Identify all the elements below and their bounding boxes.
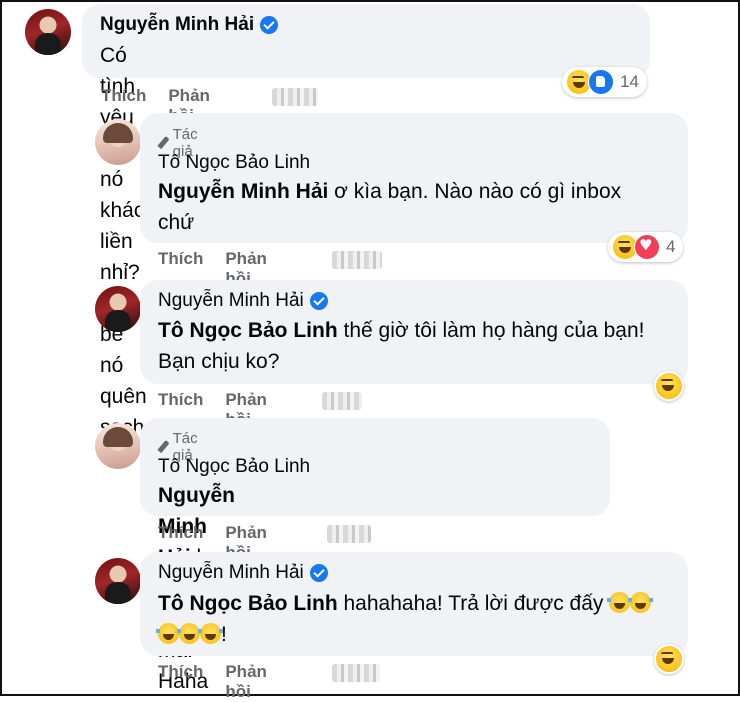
comment-text: Tô Ngọc Bảo Linh thế giờ tôi làm họ hàng…: [158, 315, 678, 377]
comment-text-line: chứ: [158, 211, 195, 234]
pen-icon: [158, 136, 167, 150]
crying-laughing-emoji: [198, 623, 223, 644]
author-name-text[interactable]: Nguyễn Minh Hải: [158, 290, 304, 312]
verified-badge-icon: [260, 16, 279, 34]
author-name[interactable]: Tô Ngọc Bảo Linh: [158, 152, 310, 174]
author-name-text[interactable]: Nguyễn Minh Hải: [158, 562, 304, 584]
avatar[interactable]: [95, 558, 141, 604]
crying-laughing-emoji: [628, 592, 654, 613]
comment-text: Nguyễn Minh Hải ơ kìa bạn. Nào nào có gì…: [158, 176, 678, 238]
crying-laughing-emoji: [177, 623, 202, 644]
screenshot-frame: Nguyễn Minh Hải Có tình yêu cái nó khác …: [0, 0, 740, 701]
like-button[interactable]: Thích: [158, 662, 203, 702]
comment-text-line: thế giờ tôi làm họ hàng của bạn!: [337, 319, 645, 342]
author-name-text[interactable]: Nguyễn Minh Hải: [100, 14, 254, 36]
verified-badge-icon: [309, 292, 328, 310]
comment-text-line: !: [221, 623, 227, 646]
mention-link[interactable]: Tô Ngọc Bảo Linh: [158, 592, 338, 615]
timestamp-redacted: [327, 525, 371, 543]
comment-text-line: hahahaha! Trả lời được đấy: [337, 592, 610, 615]
author-name[interactable]: Nguyễn Minh Hải: [158, 562, 328, 584]
reaction-summary[interactable]: 14: [562, 67, 647, 97]
avatar[interactable]: [25, 9, 71, 55]
comment-text: Tô Ngọc Bảo Linh hahahaha! Trả lời được …: [156, 588, 678, 650]
author-name[interactable]: Nguyễn Minh Hải: [158, 290, 328, 312]
timestamp-redacted: [272, 88, 318, 106]
reply-button[interactable]: Phản hồi: [225, 662, 267, 702]
mention-link[interactable]: Tô Ngọc Bảo Linh: [158, 319, 338, 342]
pen-icon: [158, 440, 167, 454]
haha-icon[interactable]: [654, 644, 684, 674]
crying-laughing-emoji: [607, 592, 633, 613]
crying-laughing-emoji: [156, 623, 181, 644]
author-name-text[interactable]: Tô Ngọc Bảo Linh: [158, 152, 310, 174]
reaction-summary[interactable]: 4: [608, 232, 684, 262]
avatar[interactable]: [95, 286, 141, 332]
reaction-count: 14: [620, 72, 639, 91]
comment-actions: Thích Phản hồi: [158, 662, 267, 702]
haha-icon[interactable]: [654, 371, 684, 401]
timestamp-redacted: [322, 392, 362, 410]
timestamp-redacted: [332, 251, 382, 269]
author-name-text[interactable]: Tô Ngọc Bảo Linh: [158, 456, 310, 478]
author-name[interactable]: Tô Ngọc Bảo Linh: [158, 456, 310, 478]
love-icon: [634, 234, 660, 260]
like-icon: [588, 69, 614, 95]
comment-text-line: ơ kìa bạn. Nào nào có gì inbox: [328, 180, 622, 203]
avatar[interactable]: [95, 423, 141, 469]
comment-text-line: Bạn chịu ko?: [158, 350, 280, 373]
avatar[interactable]: [95, 119, 141, 165]
timestamp-redacted: [332, 664, 380, 682]
verified-badge-icon: [309, 564, 328, 582]
reaction-count: 4: [666, 237, 676, 256]
author-name[interactable]: Nguyễn Minh Hải: [100, 14, 279, 36]
mention-link[interactable]: Nguyễn Minh Hải: [158, 180, 328, 203]
